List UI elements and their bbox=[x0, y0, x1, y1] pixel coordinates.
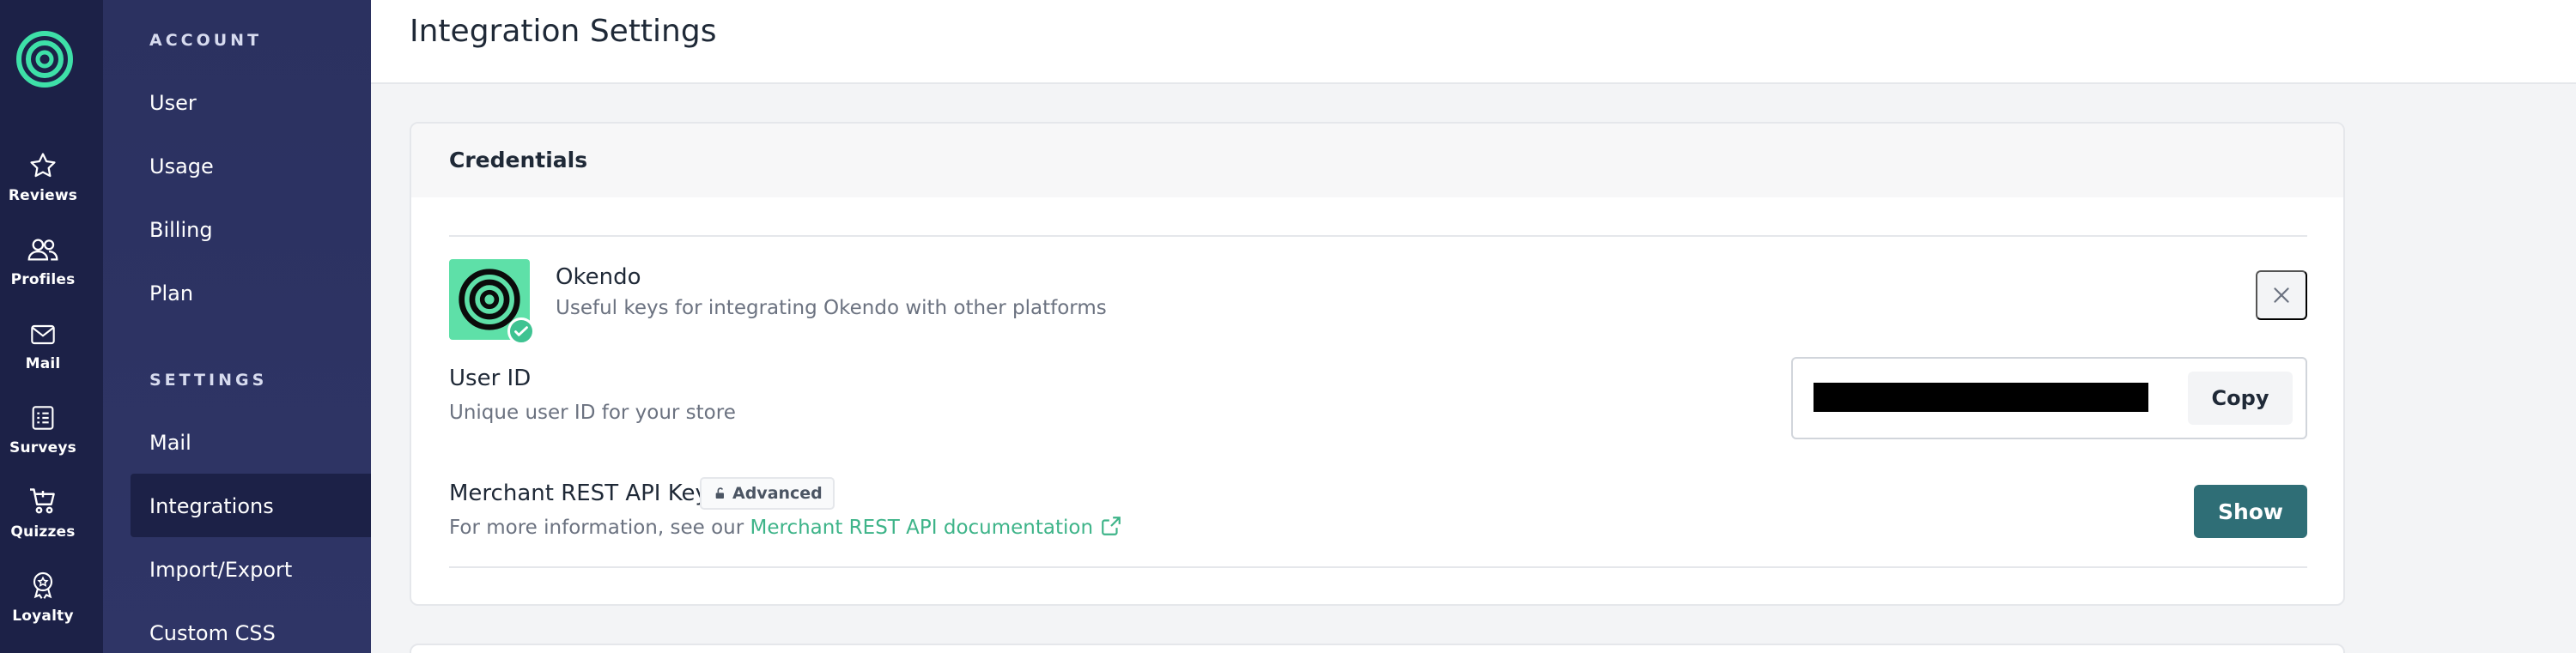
advanced-badge-label: Advanced bbox=[732, 484, 823, 503]
external-link-icon[interactable] bbox=[1100, 515, 1122, 537]
next-card-edge bbox=[410, 644, 2345, 653]
cart-icon bbox=[30, 488, 55, 514]
rail-label: Loyalty bbox=[12, 608, 74, 625]
mail-icon bbox=[31, 324, 55, 345]
rail-item-surveys[interactable]: Surveys bbox=[0, 403, 86, 456]
advanced-badge: Advanced bbox=[700, 477, 835, 510]
rail-label: Mail bbox=[25, 355, 61, 372]
page-title: Integration Settings bbox=[410, 14, 717, 49]
rail-item-profiles[interactable]: Profiles bbox=[0, 235, 86, 288]
app-name: Okendo bbox=[556, 264, 641, 290]
rail-item-mail[interactable]: Mail bbox=[0, 321, 86, 372]
page-header: Integration Settings bbox=[371, 0, 2576, 84]
badge-icon bbox=[33, 571, 53, 599]
app-description: Useful keys for integrating Okendo with … bbox=[556, 297, 1107, 319]
rail-item-loyalty[interactable]: Loyalty bbox=[0, 570, 86, 625]
rail-item-reviews[interactable]: Reviews bbox=[0, 151, 86, 204]
sidebar-heading-settings: SETTINGS bbox=[149, 371, 268, 390]
close-icon bbox=[2274, 287, 2289, 303]
user-id-label: User ID bbox=[449, 366, 532, 391]
sidebar-item-custom-css[interactable]: Custom CSS bbox=[149, 621, 276, 645]
divider bbox=[449, 235, 2307, 237]
rail-label: Quizzes bbox=[10, 523, 76, 541]
sidebar-item-import-export[interactable]: Import/Export bbox=[149, 558, 292, 582]
sidebar-item-integrations[interactable]: Integrations bbox=[149, 494, 274, 518]
show-api-key-button[interactable]: Show bbox=[2194, 485, 2307, 538]
okendo-logo-icon[interactable] bbox=[15, 29, 75, 89]
users-icon bbox=[27, 239, 58, 261]
rail-label: Profiles bbox=[10, 271, 76, 288]
user-id-field[interactable]: Copy bbox=[1791, 357, 2307, 439]
settings-sidebar: ACCOUNT User Usage Billing Plan SETTINGS… bbox=[103, 0, 371, 653]
sidebar-item-billing[interactable]: Billing bbox=[149, 218, 213, 242]
user-id-help: Unique user ID for your store bbox=[449, 402, 736, 424]
api-docs-link[interactable]: Merchant REST API documentation bbox=[750, 517, 1094, 539]
sidebar-item-plan[interactable]: Plan bbox=[149, 281, 193, 305]
checklist-icon bbox=[32, 406, 54, 430]
app-rail: Reviews Profiles Mail Surveys Quizzes Lo… bbox=[0, 0, 103, 653]
rail-label: Reviews bbox=[8, 187, 78, 204]
card-title: Credentials bbox=[449, 148, 588, 172]
rail-label: Surveys bbox=[9, 439, 76, 456]
api-key-help-prefix: For more information, see our bbox=[449, 517, 750, 539]
sidebar-heading-account: ACCOUNT bbox=[149, 31, 263, 50]
sidebar-item-usage[interactable]: Usage bbox=[149, 154, 214, 178]
lock-icon bbox=[715, 487, 724, 499]
user-id-value-redacted[interactable] bbox=[1814, 383, 2148, 412]
star-icon bbox=[30, 153, 56, 178]
api-key-label: Merchant REST API Key bbox=[449, 481, 708, 506]
close-button[interactable] bbox=[2256, 270, 2307, 320]
sidebar-item-user[interactable]: User bbox=[149, 91, 197, 115]
divider bbox=[449, 566, 2307, 568]
sidebar-item-mail[interactable]: Mail bbox=[149, 431, 191, 455]
verified-check-icon bbox=[507, 317, 535, 345]
copy-button[interactable]: Copy bbox=[2188, 372, 2293, 425]
api-key-help: For more information, see our Merchant R… bbox=[449, 515, 1122, 539]
card-header: Credentials bbox=[411, 124, 2343, 197]
okendo-app-logo bbox=[449, 259, 535, 345]
rail-item-quizzes[interactable]: Quizzes bbox=[0, 486, 86, 541]
credentials-card: Credentials Okendo Useful keys for integ… bbox=[410, 122, 2345, 606]
